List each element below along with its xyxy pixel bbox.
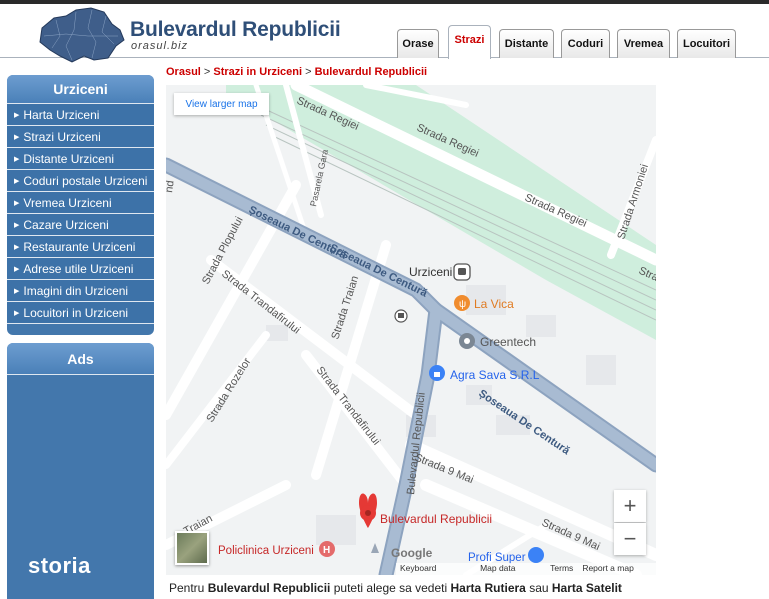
road-map-link[interactable]: Harta Rutiera	[451, 581, 526, 595]
hospital-glyph: H	[323, 545, 330, 556]
tab-strazi[interactable]: Strazi	[448, 25, 491, 59]
sidebar-item-label: Restaurante Urziceni	[23, 239, 136, 254]
fork-glyph: ψ	[459, 299, 466, 310]
storia-logo[interactable]: storia	[28, 553, 91, 579]
breadcrumb-current[interactable]: Bulevardul Republicii	[315, 66, 427, 78]
place-label-policlinica[interactable]: Policlinica Urziceni	[218, 545, 314, 557]
site-title[interactable]: Bulevardul Republicii	[130, 18, 341, 42]
sidebar-item-label: Strazi Urziceni	[23, 129, 101, 144]
breadcrumb-streets[interactable]: Strazi in Urziceni	[213, 66, 302, 78]
sidebar-item-distante[interactable]: ▶ Distante Urziceni	[7, 148, 154, 170]
place-label-urziceni[interactable]: Urziceni	[409, 265, 452, 279]
footer-street: Bulevardul Republicii	[207, 581, 331, 595]
report-error-link[interactable]: Report a map error	[582, 563, 652, 575]
sidebar: Urziceni ▶ Harta Urziceni ▶ Strazi Urzicen…	[7, 75, 154, 335]
tab-coduri[interactable]: Coduri	[561, 29, 610, 58]
zoom-in-button[interactable]: +	[614, 490, 646, 522]
caret-right-icon: ▶	[14, 287, 20, 295]
keyboard-shortcuts-link[interactable]: Keyboard shortcuts	[400, 563, 471, 575]
train-glyph	[458, 268, 466, 275]
map-description: Pentru Bulevardul Republicii puteti aleg…	[169, 581, 622, 595]
place-label-agra-sava[interactable]: Agra Sava S.R.L	[450, 368, 540, 382]
caret-right-icon: ▶	[14, 243, 20, 251]
caret-right-icon: ▶	[14, 221, 20, 229]
bus-glyph	[398, 313, 404, 318]
caret-right-icon: ▶	[14, 111, 20, 119]
ads-title: Ads	[7, 343, 154, 375]
caret-right-icon: ▶	[14, 177, 20, 185]
view-larger-map-link[interactable]: View larger map	[174, 93, 269, 115]
footer-text: puteti alege sa vedeti	[330, 581, 451, 595]
tab-vremea[interactable]: Vremea	[617, 29, 670, 58]
caret-right-icon: ▶	[14, 309, 20, 317]
map-data-text: Map data ©2025	[480, 563, 516, 575]
sidebar-item-label: Distante Urziceni	[23, 151, 115, 166]
tab-orase[interactable]: Orase	[397, 29, 439, 58]
place-pin-dot	[464, 338, 470, 344]
terms-link[interactable]: Terms	[550, 563, 573, 575]
footer-text: Pentru	[169, 581, 208, 595]
sidebar-item-label: Cazare Urziceni	[23, 217, 109, 232]
caret-right-icon: ▶	[14, 265, 20, 273]
caret-right-icon: ▶	[14, 155, 20, 163]
map-embed[interactable]: Strada Regiei Strada Regiei Strada Regie…	[166, 85, 656, 575]
sidebar-item-label: Coduri postale Urziceni	[23, 173, 148, 188]
breadcrumb: Orasul > Strazi in Urziceni > Bulevardul…	[166, 66, 427, 78]
lock-glyph	[434, 372, 440, 377]
site-header: Bulevardul Republicii orasul.biz Orase S…	[0, 4, 769, 63]
sidebar-item-harta[interactable]: ▶ Harta Urziceni	[7, 104, 154, 126]
breadcrumb-separator: >	[200, 66, 214, 78]
footer-text: sau	[525, 581, 552, 595]
breadcrumb-separator: >	[302, 66, 315, 78]
sidebar-item-imagini[interactable]: ▶ Imagini din Urziceni	[7, 280, 154, 302]
place-label-greentech[interactable]: Greentech	[480, 335, 536, 349]
sidebar-item-label: Adrese utile Urziceni	[23, 261, 134, 276]
sidebar-item-label: Harta Urziceni	[23, 107, 100, 122]
sidebar-item-adrese[interactable]: ▶ Adrese utile Urziceni	[7, 258, 154, 280]
tab-locuitori[interactable]: Locuitori	[677, 29, 736, 58]
breadcrumb-home[interactable]: Orasul	[166, 66, 201, 78]
site-subtitle: orasul.biz	[131, 40, 189, 52]
place-label-pin[interactable]: Bulevardul Republicii	[380, 512, 492, 526]
tab-distante[interactable]: Distante	[499, 29, 554, 58]
sidebar-item-restaurante[interactable]: ▶ Restaurante Urziceni	[7, 236, 154, 258]
google-logo: Google	[391, 546, 433, 560]
sidebar-item-locuitori[interactable]: ▶ Locuitori in Urziceni	[7, 302, 154, 324]
sidebar-item-label: Imagini din Urziceni	[23, 283, 129, 298]
sidebar-item-vremea[interactable]: ▶ Vremea Urziceni	[7, 192, 154, 214]
sidebar-item-coduri[interactable]: ▶ Coduri postale Urziceni	[7, 170, 154, 192]
caret-right-icon: ▶	[14, 133, 20, 141]
sidebar-title: Urziceni	[7, 75, 154, 104]
satellite-map-link[interactable]: Harta Satelit	[552, 581, 622, 595]
map-canvas[interactable]: Strada Regiei Strada Regiei Strada Regie…	[166, 85, 656, 575]
romania-map-logo[interactable]	[36, 6, 126, 64]
satellite-thumbnail[interactable]	[175, 531, 209, 565]
sidebar-item-label: Vremea Urziceni	[23, 195, 112, 210]
sidebar-item-cazare[interactable]: ▶ Cazare Urziceni	[7, 214, 154, 236]
map-pin-dot	[365, 510, 371, 516]
caret-right-icon: ▶	[14, 199, 20, 207]
sidebar-item-strazi[interactable]: ▶ Strazi Urziceni	[7, 126, 154, 148]
place-label-la-vica[interactable]: La Vica	[474, 297, 514, 311]
sidebar-item-label: Locuitori in Urziceni	[23, 305, 129, 320]
map-attribution: Keyboard shortcuts Map data ©2025 Terms …	[396, 563, 656, 575]
shopping-cart-icon[interactable]	[528, 547, 544, 563]
zoom-out-button[interactable]: −	[614, 523, 646, 555]
street-label: nd	[166, 180, 177, 194]
